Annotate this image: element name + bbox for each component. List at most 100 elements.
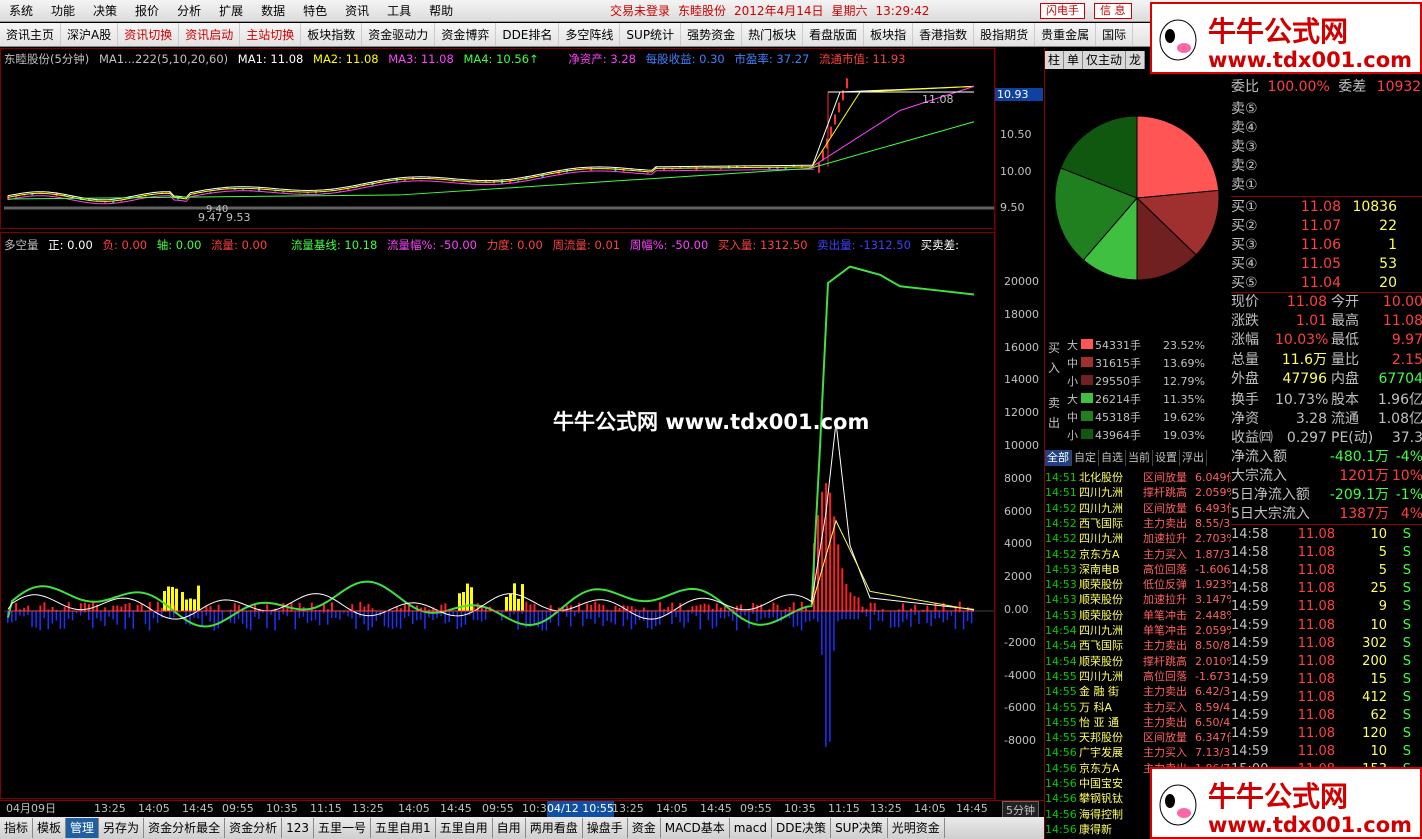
menu-item-9[interactable]: 工具: [378, 0, 420, 22]
toolbar-button-7[interactable]: 资金博弈: [435, 23, 497, 46]
flash-button[interactable]: 闪电手: [1040, 3, 1085, 19]
toolbar-button-0[interactable]: 资讯主页: [0, 23, 62, 46]
menu-item-10[interactable]: 帮助: [420, 0, 462, 22]
indicator-tab-15[interactable]: macd: [730, 818, 772, 838]
menu-item-6[interactable]: 数据: [252, 0, 294, 22]
menu-item-7[interactable]: 特色: [294, 0, 336, 22]
quote-value: 1.01: [1295, 313, 1327, 330]
indicator-tab-0[interactable]: 指标: [0, 818, 34, 838]
alert-row[interactable]: 14:53深南电B 高位回落 -1.606%: [1045, 562, 1231, 577]
alert-row[interactable]: 14:55万 科A 主力买入 8.59/40: [1045, 700, 1231, 715]
buy-volume-bar: [902, 603, 905, 611]
alert-row[interactable]: 14:51北化股份 区间放量 6.049倍: [1045, 470, 1231, 485]
indicator-tab-9[interactable]: 五里自用: [436, 818, 493, 838]
toolbar-button-1[interactable]: 深沪A股: [61, 23, 119, 46]
alert-row[interactable]: 14:54西飞国际 主力卖出 8.50/86: [1045, 638, 1231, 653]
menu-item-0[interactable]: 系统: [0, 0, 42, 22]
toolbar-button-14[interactable]: 板块指: [864, 23, 914, 46]
menu-item-3[interactable]: 报价: [126, 0, 168, 22]
news-tab-2[interactable]: 自选: [1099, 450, 1126, 466]
right-tab-1[interactable]: 单: [1064, 51, 1084, 69]
toolbar-button-10[interactable]: SUP统计: [620, 23, 682, 46]
chart-area[interactable]: 东睦股份(5分钟) MA1...222(5,10,20,60) MA1: 11.…: [0, 48, 1044, 818]
alert-row[interactable]: 14:53顺荣股份 加速拉升 3.147%: [1045, 592, 1231, 607]
candle: [695, 166, 698, 171]
toolbar-button-17[interactable]: 贵重金属: [1035, 23, 1097, 46]
alert-row[interactable]: 14:55四川九洲 高位回落 -1.673%: [1045, 669, 1231, 684]
toolbar-button-2[interactable]: 资讯切换: [118, 23, 180, 46]
toolbar-button-5[interactable]: 板块指数: [301, 23, 363, 46]
menu-item-5[interactable]: 扩展: [210, 0, 252, 22]
alert-row[interactable]: 14:55金 融 街 主力卖出 6.42/34: [1045, 684, 1231, 699]
alert-row[interactable]: 14:55天邦股份 区间放量 6.347倍: [1045, 730, 1231, 745]
toolbar-button-18[interactable]: 国际: [1096, 23, 1134, 46]
indicator-tab-2[interactable]: 管理: [66, 818, 100, 838]
alert-stock: 西飞国际: [1079, 639, 1123, 653]
indicator-tab-14[interactable]: MACD基本: [661, 818, 730, 838]
sell-volume-bar: [472, 611, 475, 621]
alert-time: 14:54: [1045, 639, 1077, 653]
toolbar-button-9[interactable]: 多空阵线: [559, 23, 621, 46]
alert-value: 8.50/86: [1195, 639, 1231, 653]
indicator-tab-5[interactable]: 资金分析: [225, 818, 283, 838]
news-tab-5[interactable]: 浮出: [1180, 450, 1207, 466]
info-button[interactable]: 信 息: [1094, 3, 1132, 19]
indicator-tab-18[interactable]: 光明资金: [888, 818, 945, 838]
news-tab-4[interactable]: 设置: [1153, 450, 1180, 466]
kline-chart[interactable]: [0, 48, 1044, 800]
toolbar-button-4[interactable]: 主站切换: [240, 23, 302, 46]
right-tab-2[interactable]: 仅主动: [1083, 51, 1127, 69]
indicator-tab-3[interactable]: 另存为: [99, 818, 145, 838]
indicator-tab-1[interactable]: 模板: [33, 818, 67, 838]
right-tab-3[interactable]: 龙: [1126, 51, 1146, 69]
news-tab-1[interactable]: 自定: [1072, 450, 1099, 466]
indicator-tab-7[interactable]: 五里一号: [314, 818, 372, 838]
indicator-tab-13[interactable]: 资金: [628, 818, 661, 838]
alert-row[interactable]: 14:51四川九洲 撑杆跳高 2.059%: [1045, 485, 1231, 500]
toolbar-button-15[interactable]: 香港指数: [913, 23, 975, 46]
toolbar-button-13[interactable]: 看盘版面: [803, 23, 865, 46]
indicator-tab-17[interactable]: SUP决策: [831, 818, 888, 838]
toolbar-button-6[interactable]: 资金驱动力: [362, 23, 436, 46]
ma2-value: MA2: 11.08: [313, 52, 379, 66]
indicator-tab-6[interactable]: 123: [282, 818, 314, 838]
news-tab-3[interactable]: 当前: [1126, 450, 1153, 466]
alert-row[interactable]: 14:52四川九洲 加速拉升 2.703%: [1045, 531, 1231, 546]
alert-value: 1.923%: [1195, 578, 1231, 592]
alert-row[interactable]: 14:54顺荣股份 撑杆跳高 2.010%: [1045, 654, 1231, 669]
indicator-tab-8[interactable]: 五里自用1: [371, 818, 436, 838]
sell-volume-bar: [205, 611, 207, 616]
indicator-tab-4[interactable]: 资金分析最全: [144, 818, 226, 838]
sell-volume-bar: [812, 611, 815, 620]
volume-tick: 18000: [1004, 307, 1039, 321]
time-tick: 09:55: [482, 802, 514, 815]
toolbar-button-11[interactable]: 强势资金: [681, 23, 743, 46]
buy-volume-bar: [703, 603, 706, 611]
toolbar-button-12[interactable]: 热门板块: [742, 23, 804, 46]
indicator-tab-11[interactable]: 两用看盘: [526, 818, 583, 838]
indicator-tab-16[interactable]: DDE决策: [772, 818, 832, 838]
toolbar-button-3[interactable]: 资讯启动: [179, 23, 241, 46]
sell-volume-bar: [825, 611, 827, 747]
toolbar-button-8[interactable]: DDE排名: [496, 23, 560, 46]
indicator-tab-10[interactable]: 自用: [493, 818, 526, 838]
menu-item-4[interactable]: 分析: [168, 0, 210, 22]
indicator-tab-12[interactable]: 操盘手: [583, 818, 628, 838]
alert-row[interactable]: 14:52西飞国际 主力卖出 8.55/35: [1045, 516, 1231, 531]
alert-row[interactable]: 14:53顺荣股份 单笔冲击 2.448%: [1045, 608, 1231, 623]
news-tab-0[interactable]: 全部: [1045, 450, 1072, 466]
alert-row[interactable]: 14:54四川九洲 单笔冲击 2.059%: [1045, 623, 1231, 638]
alert-row[interactable]: 14:52京东方A 主力买入 1.87/31: [1045, 547, 1231, 562]
tick-row: 14:58 11.08 10 S: [1231, 526, 1422, 544]
alert-row[interactable]: 14:53顺荣股份 低位反弹 1.923%: [1045, 577, 1231, 592]
right-tab-0[interactable]: 柱: [1045, 51, 1065, 69]
quote-label: 外盘: [1231, 370, 1259, 387]
toolbar-button-16[interactable]: 股指期货: [974, 23, 1036, 46]
candle: [241, 189, 244, 191]
menu-item-1[interactable]: 功能: [42, 0, 84, 22]
menu-item-8[interactable]: 资讯: [336, 0, 378, 22]
alert-row[interactable]: 14:52四川九洲 区间放量 6.493倍: [1045, 501, 1231, 516]
alert-row[interactable]: 14:56广宇发展 主力买入 7.13/30: [1045, 745, 1231, 760]
alert-row[interactable]: 14:55怡 亚 通 主力卖出 6.50/41: [1045, 715, 1231, 730]
menu-item-2[interactable]: 决策: [84, 0, 126, 22]
